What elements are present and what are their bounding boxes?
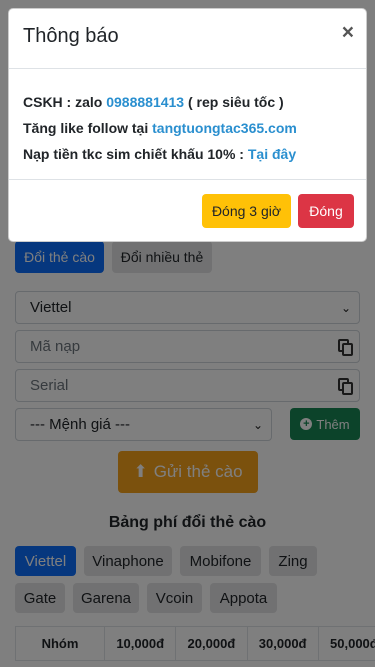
notice-modal: Thông báo × CSKH : zalo 0988881413 ( rep…: [8, 8, 367, 242]
close-icon[interactable]: ×: [342, 21, 354, 45]
modal-body: CSKH : zalo 0988881413 ( rep siêu tốc ) …: [9, 70, 366, 180]
support-line: CSKH : zalo 0988881413 ( rep siêu tốc ): [23, 89, 352, 115]
topup-here-link[interactable]: Tại đây: [248, 146, 296, 162]
close-button[interactable]: Đóng: [298, 194, 354, 228]
modal-title: Thông báo: [23, 25, 119, 47]
zalo-phone-link[interactable]: 0988881413: [106, 94, 184, 110]
promo-line: Tăng like follow tại tangtuongtac365.com: [23, 115, 352, 141]
support-note: ( rep siêu tốc ): [184, 94, 284, 110]
modal-header: Thông báo ×: [9, 9, 366, 69]
promo-label: Tăng like follow tại: [23, 120, 153, 136]
topup-line: Nạp tiền tkc sim chiết khấu 10% : Tại đâ…: [23, 141, 352, 167]
support-label: CSKH : zalo: [23, 94, 107, 110]
modal-footer: Đóng 3 giờ Đóng: [9, 181, 366, 241]
close-3-hours-button[interactable]: Đóng 3 giờ: [202, 194, 291, 228]
topup-label: Nạp tiền tkc sim chiết khấu 10% :: [23, 146, 248, 162]
promo-site-link[interactable]: tangtuongtac365.com: [152, 120, 297, 136]
